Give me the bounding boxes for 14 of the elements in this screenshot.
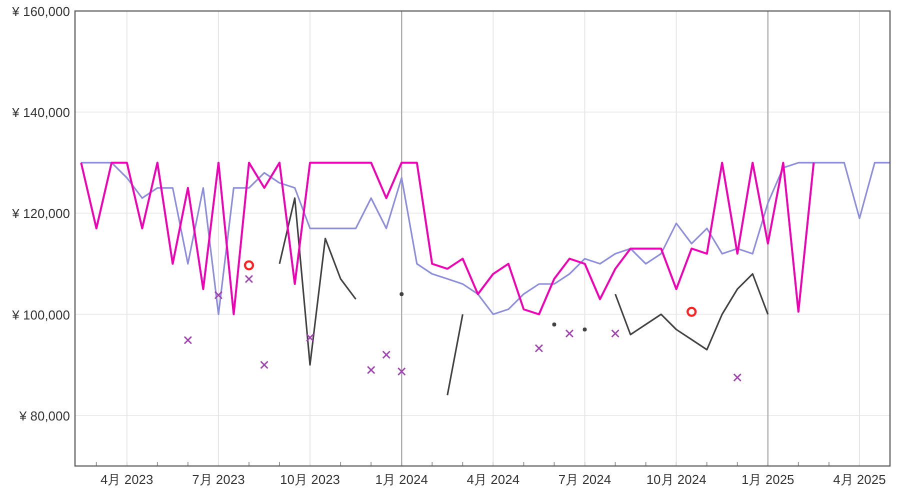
axis-label: 7月 2024 [558, 472, 612, 487]
axis-label: 1月 2025 [742, 472, 794, 487]
axis-label: ¥ 160,000 [12, 4, 70, 19]
axis-label: 10月 2024 [646, 472, 706, 487]
axis-label: 4月 2025 [833, 472, 886, 487]
axis-label: 10月 2023 [280, 472, 340, 487]
axis-label: ¥ 140,000 [12, 105, 70, 120]
axis-label: ¥ 80,000 [19, 408, 70, 424]
axis-label: ¥ 120,000 [12, 206, 70, 222]
axis-label: ¥ 100,000 [12, 307, 70, 322]
axis-label: 1月 2024 [375, 472, 428, 487]
axis-label: 4月 2024 [466, 472, 520, 487]
axis-label: 4月 2023 [100, 472, 154, 487]
axis-label: 7月 2023 [192, 472, 245, 487]
